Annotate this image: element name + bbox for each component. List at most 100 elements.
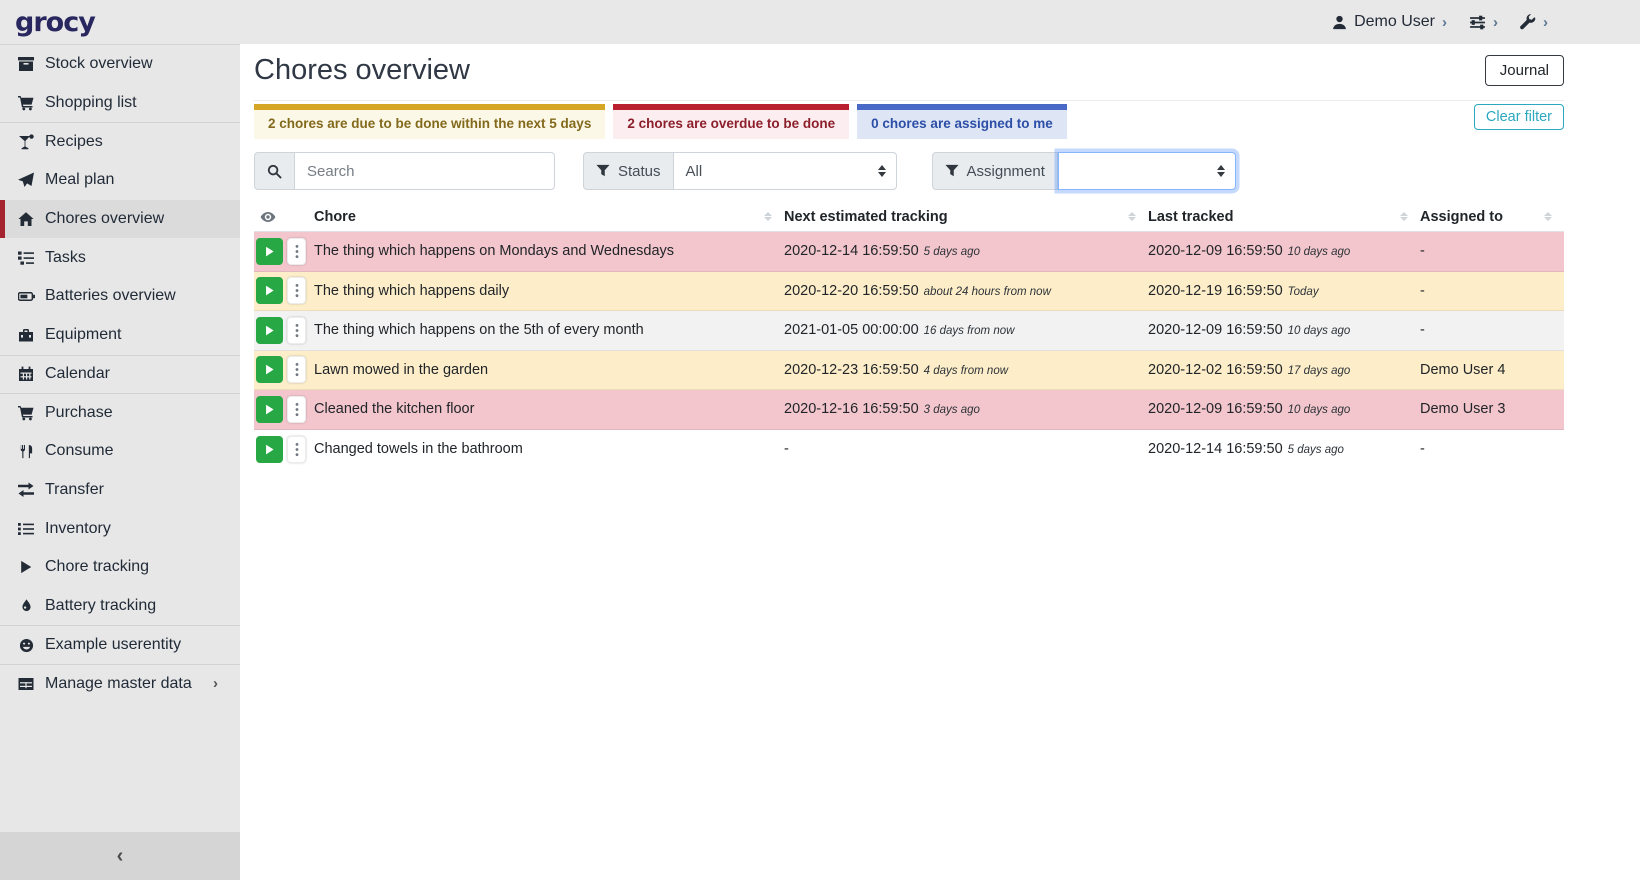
sidebar-item-battery-tracking[interactable]: Battery tracking	[0, 587, 240, 626]
sidebar-item-example-userentity[interactable]: Example userentity	[0, 625, 240, 664]
row-menu-button[interactable]	[287, 436, 306, 463]
last-tracked-cell: 2020-12-02 16:59:5017 days ago	[1148, 361, 1420, 379]
column-header-last-tracked[interactable]: Last tracked	[1148, 209, 1420, 225]
last-tracked-cell: 2020-12-09 16:59:5010 days ago	[1148, 242, 1420, 260]
last-tracked-cell: 2020-12-09 16:59:5010 days ago	[1148, 321, 1420, 339]
sidebar-item-recipes[interactable]: Recipes	[0, 122, 240, 161]
sidebar-item-stock-overview[interactable]: Stock overview	[0, 45, 240, 84]
row-menu-button[interactable]	[287, 396, 306, 423]
select-caret-icon	[878, 165, 886, 177]
track-chore-button[interactable]	[256, 238, 283, 265]
search-group	[254, 152, 555, 190]
sidebar-item-chores-overview[interactable]: Chores overview	[0, 200, 240, 239]
table-row: The thing which happens daily 2020-12-20…	[254, 272, 1564, 312]
user-name: Demo User	[1354, 13, 1435, 31]
settings-menu[interactable]: ›	[1469, 14, 1498, 31]
row-menu-button[interactable]	[287, 238, 306, 265]
assigned-to-me-banner[interactable]: 0 chores are assigned to me	[857, 104, 1067, 139]
cart-icon	[16, 95, 36, 111]
track-chore-button[interactable]	[256, 436, 283, 463]
cocktail-icon	[16, 134, 36, 150]
row-menu-button[interactable]	[287, 277, 306, 304]
last-tracked-cell: 2020-12-09 16:59:5010 days ago	[1148, 400, 1420, 418]
relative-time: 4 days from now	[924, 365, 1008, 377]
wrench-icon	[1520, 14, 1536, 30]
admin-menu[interactable]: ›	[1520, 14, 1548, 30]
status-filter-value: All	[686, 163, 703, 180]
next-tracking-cell: 2021-01-05 00:00:0016 days from now	[784, 321, 1148, 339]
overdue-banner[interactable]: 2 chores are overdue to be done	[613, 104, 849, 139]
row-actions	[254, 238, 314, 265]
next-tracking-cell: 2020-12-16 16:59:503 days ago	[784, 400, 1148, 418]
sidebar-item-inventory[interactable]: Inventory	[0, 509, 240, 548]
chores-table: Chore Next estimated tracking Last track…	[254, 202, 1564, 469]
eye-icon	[260, 209, 276, 225]
assigned-to-cell: Demo User 4	[1420, 362, 1564, 378]
assigned-to-cell: -	[1420, 441, 1564, 457]
chore-name: Changed towels in the bathroom	[314, 441, 784, 457]
clear-filter-button[interactable]: Clear filter	[1474, 104, 1564, 130]
sidebar-item-chore-tracking[interactable]: Chore tracking	[0, 548, 240, 587]
visibility-column-header[interactable]	[254, 209, 314, 225]
row-menu-button[interactable]	[287, 356, 306, 383]
relative-time: Today	[1288, 286, 1319, 298]
home-icon	[16, 211, 36, 227]
drop-icon	[16, 599, 36, 612]
assigned-to-cell: -	[1420, 243, 1564, 259]
user-icon	[1332, 15, 1347, 30]
sidebar-item-equipment[interactable]: Equipment	[0, 316, 240, 355]
table-row: Cleaned the kitchen floor 2020-12-16 16:…	[254, 390, 1564, 430]
status-filter-select[interactable]: All	[674, 152, 897, 190]
search-input[interactable]	[295, 152, 555, 190]
next-tracking-cell: -	[784, 440, 1148, 458]
sidebar-item-calendar[interactable]: Calendar	[0, 355, 240, 394]
row-actions	[254, 317, 314, 344]
assignment-filter-select[interactable]	[1058, 152, 1236, 190]
sidebar: Stock overview Shopping list Recipes Mea…	[0, 44, 240, 880]
table-body: The thing which happens on Mondays and W…	[254, 232, 1564, 469]
last-tracked-cell: 2020-12-19 16:59:50Today	[1148, 282, 1420, 300]
sidebar-item-manage-master-data[interactable]: Manage master data ›	[0, 664, 240, 703]
table-row: Lawn mowed in the garden 2020-12-23 16:5…	[254, 351, 1564, 391]
table-row: The thing which happens on the 5th of ev…	[254, 311, 1564, 351]
chore-name: Lawn mowed in the garden	[314, 362, 784, 378]
chore-name: Cleaned the kitchen floor	[314, 401, 784, 417]
page-header: Chores overview Journal	[254, 54, 1564, 101]
column-header-chore[interactable]: Chore	[314, 209, 784, 225]
sidebar-item-tasks[interactable]: Tasks	[0, 238, 240, 277]
row-menu-button[interactable]	[287, 317, 306, 344]
sliders-icon	[1469, 14, 1486, 31]
sidebar-collapse-button[interactable]: ‹	[0, 832, 240, 880]
table-icon	[16, 676, 36, 692]
due-soon-banner[interactable]: 2 chores are due to be done within the n…	[254, 104, 605, 139]
track-chore-button[interactable]	[256, 317, 283, 344]
column-header-assigned-to[interactable]: Assigned to	[1420, 209, 1564, 225]
track-chore-button[interactable]	[256, 396, 283, 423]
sidebar-item-meal-plan[interactable]: Meal plan	[0, 161, 240, 200]
sidebar-item-consume[interactable]: Consume	[0, 432, 240, 471]
page-title: Chores overview	[254, 54, 470, 87]
journal-button[interactable]: Journal	[1485, 55, 1564, 86]
topbar-nav: Demo User › › ›	[1332, 13, 1548, 31]
row-actions	[254, 356, 314, 383]
tasks-icon	[16, 250, 36, 266]
sidebar-item-purchase[interactable]: Purchase	[0, 393, 240, 432]
sidebar-item-batteries-overview[interactable]: Batteries overview	[0, 277, 240, 316]
chore-name: The thing which happens on the 5th of ev…	[314, 322, 784, 338]
next-tracking-cell: 2020-12-20 16:59:50about 24 hours from n…	[784, 282, 1148, 300]
track-chore-button[interactable]	[256, 277, 283, 304]
sort-icon	[764, 212, 772, 221]
sidebar-item-shopping-list[interactable]: Shopping list	[0, 84, 240, 123]
main-content: Chores overview Journal 2 chores are due…	[240, 44, 1640, 880]
track-chore-button[interactable]	[256, 356, 283, 383]
relative-time: 10 days ago	[1288, 246, 1351, 258]
topbar: grocy Demo User › › ›	[0, 0, 1640, 44]
column-header-next-tracking[interactable]: Next estimated tracking	[784, 209, 1148, 225]
sidebar-item-transfer[interactable]: Transfer	[0, 471, 240, 510]
last-tracked-cell: 2020-12-14 16:59:505 days ago	[1148, 440, 1420, 458]
user-menu[interactable]: Demo User ›	[1332, 13, 1447, 31]
assigned-to-cell: Demo User 3	[1420, 401, 1564, 417]
next-tracking-cell: 2020-12-14 16:59:505 days ago	[784, 242, 1148, 260]
grocy-logo[interactable]: grocy	[15, 7, 95, 38]
search-prepend	[254, 152, 295, 190]
